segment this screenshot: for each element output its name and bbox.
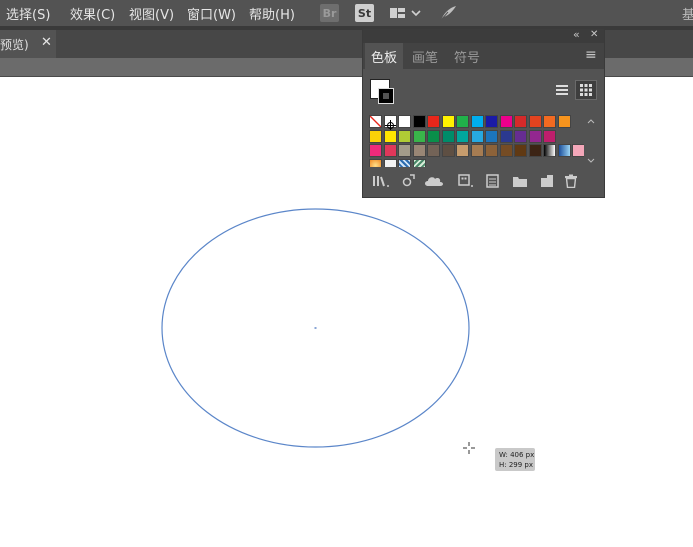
color-swatch[interactable] (398, 115, 411, 128)
workspace-label-clipped[interactable]: 基 (682, 4, 693, 23)
color-swatch[interactable] (427, 144, 440, 157)
color-swatch[interactable] (499, 129, 513, 143)
menu-effect[interactable]: 效果(C) (70, 4, 115, 23)
color-swatch[interactable] (485, 115, 498, 128)
close-icon[interactable]: ✕ (41, 35, 52, 50)
color-swatch[interactable] (383, 158, 397, 167)
collapse-icon[interactable]: « (573, 28, 580, 41)
none-swatch[interactable] (369, 115, 382, 128)
size-tooltip: W: 406 px H: 299 px (495, 448, 535, 471)
color-swatch[interactable] (485, 129, 498, 143)
pattern-swatch[interactable] (412, 158, 426, 167)
menu-bar: 选择(S) 效果(C) 视图(V) 窗口(W) 帮助(H) Br St 基 (0, 0, 693, 26)
swatch-grid (369, 115, 584, 167)
color-swatch[interactable] (514, 144, 527, 157)
document-tab-label: 预览) (0, 38, 29, 52)
color-swatch[interactable] (528, 129, 542, 143)
bridge-icon[interactable]: Br (320, 4, 339, 22)
menu-select[interactable]: 选择(S) (6, 4, 50, 23)
color-swatch[interactable] (369, 129, 382, 143)
swatches-panel: « ✕ 色板 画笔 符号 ≡ (362, 28, 605, 198)
color-swatch[interactable] (441, 144, 455, 157)
menu-window[interactable]: 窗口(W) (187, 4, 236, 23)
tab-brushes[interactable]: 画笔 (405, 43, 445, 69)
color-swatch[interactable] (543, 129, 556, 143)
panel-menu-icon[interactable]: ≡ (585, 47, 597, 63)
color-swatch[interactable] (456, 129, 469, 143)
color-swatch[interactable] (514, 115, 527, 128)
color-swatch[interactable] (470, 115, 484, 128)
color-swatch[interactable] (441, 129, 455, 143)
color-swatch[interactable] (499, 115, 513, 128)
place-swatch-icon[interactable] (401, 173, 415, 189)
color-swatch[interactable] (369, 144, 382, 157)
gradient-swatch[interactable] (369, 158, 382, 167)
gradient-swatch[interactable] (557, 144, 571, 157)
color-swatch[interactable] (427, 129, 440, 143)
tab-symbols[interactable]: 符号 (447, 43, 487, 69)
menu-view[interactable]: 视图(V) (129, 4, 174, 23)
color-swatch[interactable] (470, 144, 484, 157)
color-swatch[interactable] (398, 129, 411, 143)
color-swatch[interactable] (427, 115, 440, 128)
color-swatch[interactable] (441, 115, 455, 128)
color-swatch[interactable] (543, 115, 556, 128)
panel-tabs: 色板 画笔 符号 ≡ (363, 43, 604, 69)
trash-icon[interactable] (564, 173, 578, 189)
registration-swatch[interactable] (383, 115, 397, 131)
ellipse-center-point (314, 327, 317, 329)
color-swatch[interactable] (412, 144, 426, 157)
panel-title-strip: « ✕ (363, 28, 604, 43)
document-tab[interactable]: 预览) ✕ (0, 30, 56, 58)
show-kinds-icon[interactable] (458, 173, 474, 189)
cloud-icon[interactable] (423, 173, 445, 189)
menu-help[interactable]: 帮助(H) (249, 4, 295, 23)
workspace-layout-icon[interactable] (388, 4, 422, 22)
new-swatch-icon[interactable] (540, 173, 554, 189)
color-swatch[interactable] (383, 144, 397, 157)
tab-swatches[interactable]: 色板 (365, 43, 403, 69)
swatch-scrollbar[interactable] (585, 115, 597, 167)
color-swatch[interactable] (456, 144, 469, 157)
color-swatch[interactable] (485, 144, 498, 157)
color-swatch[interactable] (383, 129, 397, 143)
color-swatch[interactable] (412, 129, 426, 143)
list-view-icon[interactable] (552, 80, 572, 99)
color-swatch[interactable] (514, 129, 527, 143)
stock-icon[interactable]: St (355, 4, 374, 22)
tooltip-height: H: 299 px (499, 461, 534, 469)
swatch-libraries-icon[interactable] (372, 173, 390, 189)
new-group-icon[interactable] (512, 173, 528, 189)
stroke-swatch[interactable] (378, 88, 394, 104)
color-swatch[interactable] (528, 144, 542, 157)
gradient-swatch[interactable] (543, 144, 556, 157)
close-icon[interactable]: ✕ (590, 29, 598, 40)
crosshair-cursor-icon (463, 442, 475, 454)
pattern-swatch[interactable] (398, 158, 411, 167)
color-swatch[interactable] (557, 115, 571, 128)
feather-icon[interactable] (437, 4, 459, 22)
color-swatch[interactable] (499, 144, 513, 157)
scroll-arrows-icon (587, 119, 595, 163)
color-swatch[interactable] (398, 144, 411, 157)
grid-view-icon[interactable] (575, 80, 597, 100)
color-swatch[interactable] (572, 144, 584, 157)
color-swatch[interactable] (528, 115, 542, 128)
color-swatch[interactable] (456, 115, 469, 128)
swatch-options-icon[interactable] (486, 173, 500, 189)
color-swatch[interactable] (412, 115, 426, 128)
color-swatch[interactable] (470, 129, 484, 143)
tooltip-width: W: 406 px (499, 451, 535, 459)
